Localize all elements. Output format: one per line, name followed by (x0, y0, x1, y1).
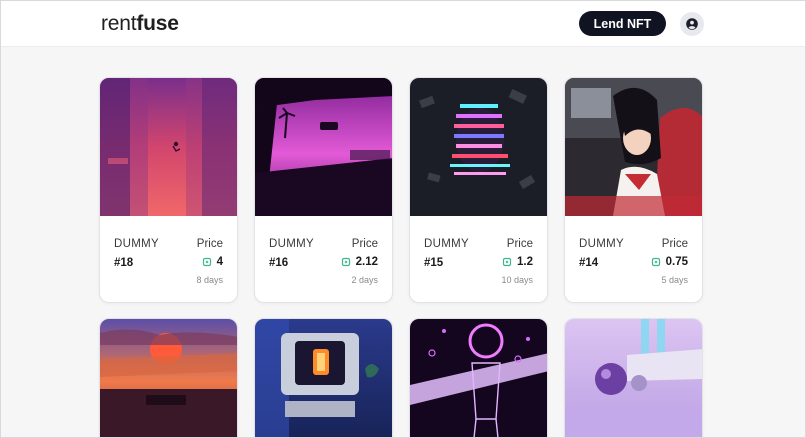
profile-button[interactable] (680, 12, 704, 36)
price-value: 4 (202, 256, 223, 268)
nft-card[interactable]: DUMMY Price #14 0.75 5 days (564, 77, 703, 303)
nft-image (410, 78, 547, 216)
nft-card[interactable]: DUMMY Price #16 2.12 2 days (254, 77, 393, 303)
collection-name: DUMMY (424, 238, 469, 250)
price-label: Price (351, 238, 378, 250)
price-value: 1.2 (502, 256, 533, 268)
price-amount: 1.2 (517, 256, 533, 268)
price-value: 2.12 (341, 256, 378, 268)
top-nav: rentfuse Lend NFT (1, 1, 805, 47)
nft-image (410, 319, 547, 437)
collection-name: DUMMY (114, 238, 159, 250)
nft-image (565, 78, 702, 216)
nft-card[interactable] (254, 318, 393, 437)
card-info: DUMMY Price #14 0.75 5 days (565, 216, 702, 302)
token-id: #16 (269, 257, 289, 269)
rental-duration: 8 days (196, 275, 223, 285)
card-info: DUMMY Price #15 1.2 10 days (410, 216, 547, 302)
nft-card[interactable]: DUMMY Price #15 1.2 10 days (409, 77, 548, 303)
rental-duration: 10 days (501, 275, 533, 285)
brand-logo[interactable]: rentfuse (101, 12, 179, 36)
currency-token-icon (202, 257, 211, 267)
nft-card[interactable]: DUMMY Price #18 4 8 days (99, 77, 238, 303)
token-id: #15 (424, 257, 444, 269)
rental-duration: 5 days (661, 275, 688, 285)
nft-image (100, 319, 237, 437)
rental-duration: 2 days (351, 275, 378, 285)
lend-nft-button[interactable]: Lend NFT (579, 11, 666, 36)
price-label: Price (196, 238, 223, 250)
price-value: 0.75 (651, 256, 688, 268)
currency-token-icon (502, 257, 512, 267)
nft-image (255, 78, 392, 216)
nft-card[interactable] (409, 318, 548, 437)
currency-token-icon (341, 257, 350, 267)
user-circle-icon (686, 18, 698, 30)
collection-name: DUMMY (269, 238, 314, 250)
nft-image (565, 319, 702, 437)
price-amount: 0.75 (665, 256, 688, 268)
nft-card[interactable] (99, 318, 238, 437)
currency-token-icon (651, 257, 660, 267)
logo-text-light: rent (101, 12, 137, 35)
nft-image (255, 319, 392, 437)
logo-text-bold: fuse (136, 12, 179, 35)
price-amount: 4 (216, 256, 223, 268)
token-id: #18 (114, 257, 134, 269)
nft-image (100, 78, 237, 216)
card-info: DUMMY Price #16 2.12 2 days (255, 216, 392, 302)
price-amount: 2.12 (355, 256, 378, 268)
token-id: #14 (579, 257, 599, 269)
card-info: DUMMY Price #18 4 8 days (100, 216, 237, 302)
price-label: Price (506, 238, 533, 250)
price-label: Price (661, 238, 688, 250)
nft-card[interactable] (564, 318, 703, 437)
collection-name: DUMMY (579, 238, 624, 250)
app-frame: rentfuse Lend NFT DUMMY Price #18 4 8 da… (0, 0, 806, 438)
